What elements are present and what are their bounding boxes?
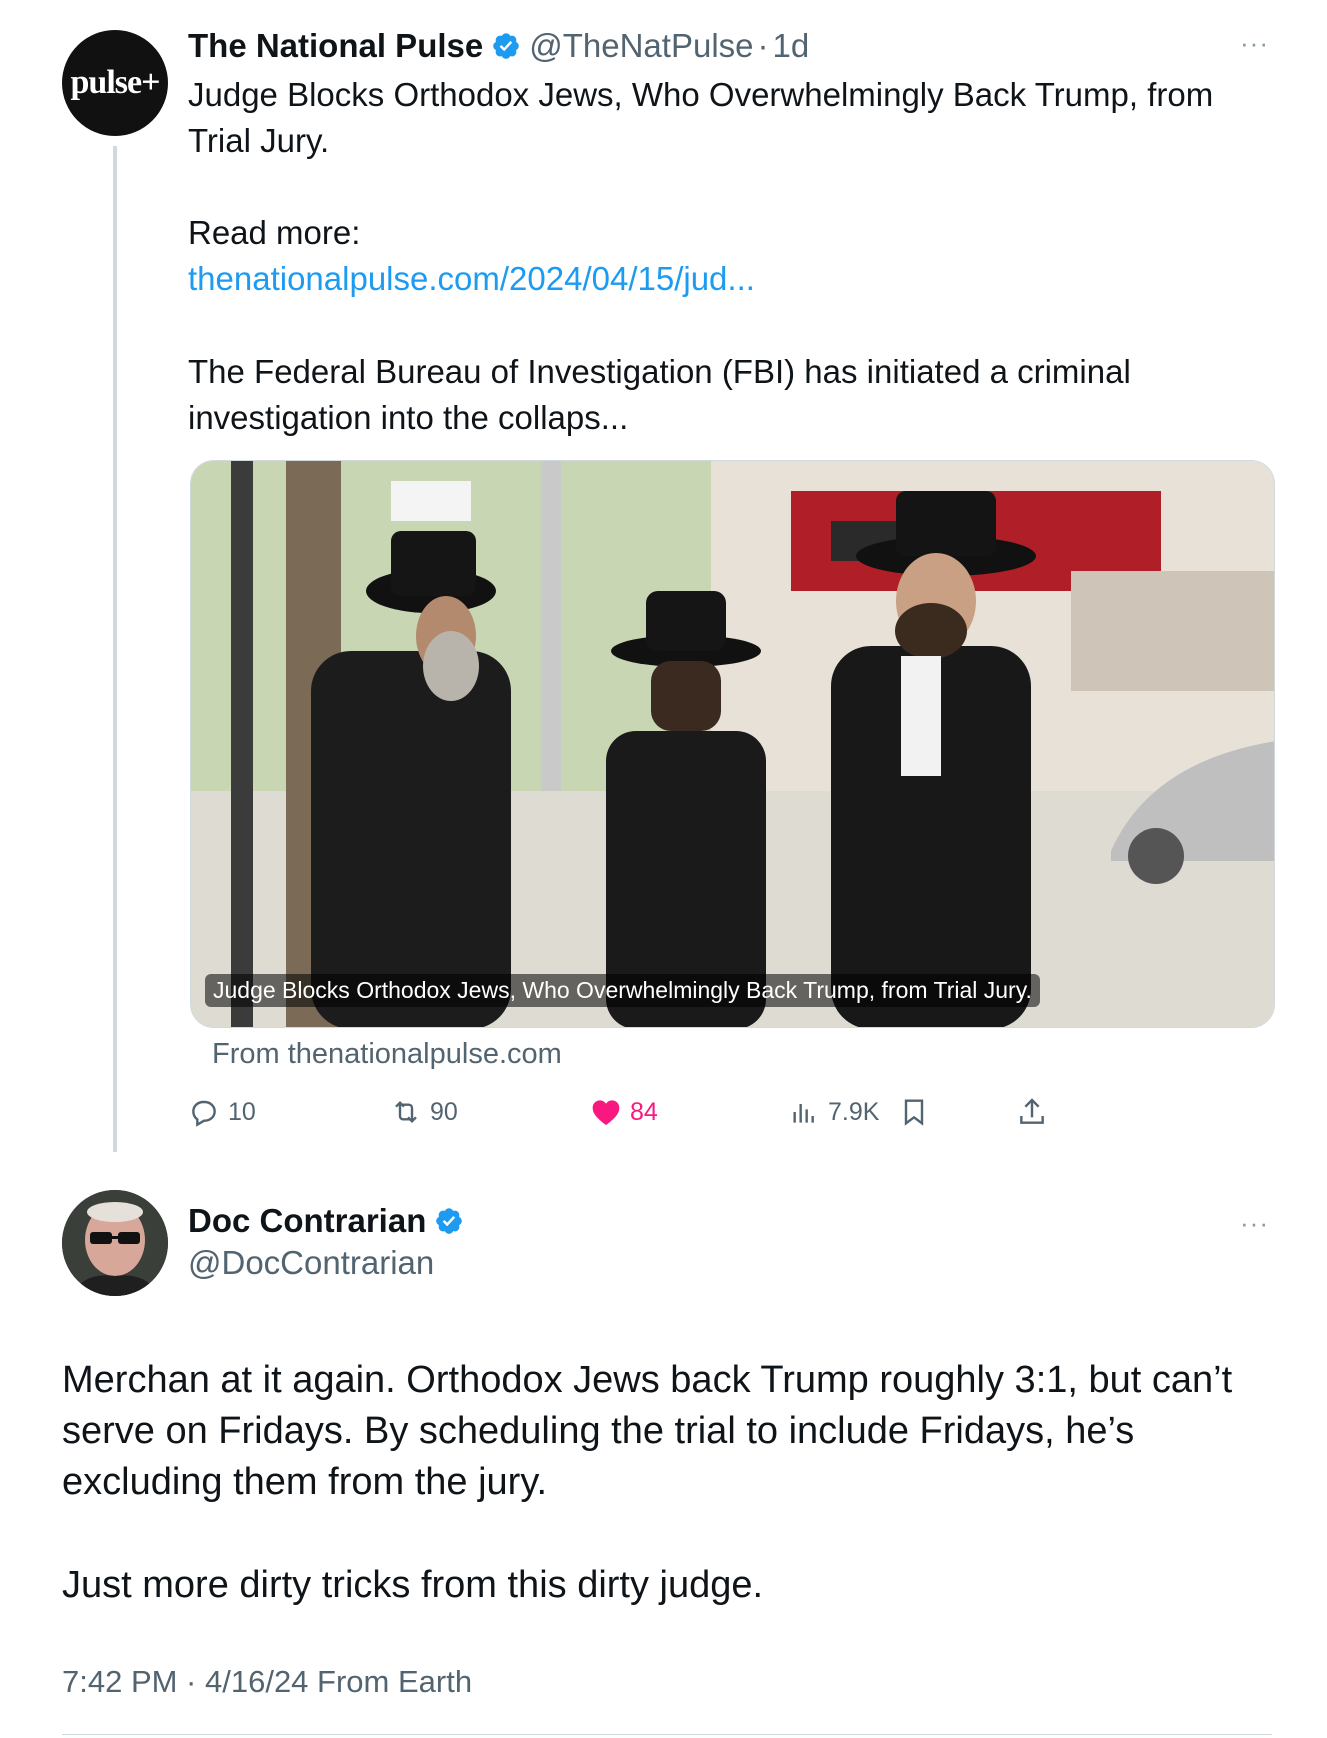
read-more-label: Read more:	[188, 214, 361, 251]
tweet-header: The National Pulse @TheNatPulse · 1d	[188, 24, 809, 68]
tweet-text-line: investigation into the collaps...	[188, 399, 629, 436]
author-name[interactable]: The National Pulse	[188, 27, 483, 65]
verified-badge-icon	[436, 1208, 463, 1234]
card-source[interactable]: From thenationalpulse.com	[212, 1038, 562, 1071]
article-link[interactable]: thenationalpulse.com/2024/04/15/jud...	[188, 256, 755, 302]
image-caption: Judge Blocks Orthodox Jews, Who Overwhel…	[205, 974, 1040, 1007]
verified-badge-icon	[493, 33, 520, 59]
link-card-image[interactable]: Judge Blocks Orthodox Jews, Who Overwhel…	[190, 460, 1275, 1028]
avatar[interactable]	[62, 1190, 168, 1296]
avatar[interactable]: pulse+	[62, 30, 168, 136]
share-button[interactable]	[1016, 1090, 1056, 1134]
avatar-logo: pulse+	[70, 64, 161, 101]
bookmark-button[interactable]	[898, 1090, 938, 1134]
dot-separator: ·	[757, 27, 769, 64]
thread-connector-line	[113, 146, 117, 1152]
tweet-text-line: Trial Jury.	[188, 122, 330, 159]
tweet-text-line: The Federal Bureau of Investigation (FBI…	[188, 353, 1131, 390]
reply-icon	[192, 1100, 216, 1127]
tweet-timestamp[interactable]: 7:42 PM · 4/16/24 From Earth	[62, 1664, 472, 1700]
like-icon	[592, 1100, 620, 1125]
parent-tweet[interactable]: pulse+ The National Pulse @TheNatPulse ·…	[0, 0, 1327, 1190]
tweet-text-line: Merchan at it again. Orthodox Jews back …	[62, 1359, 1233, 1401]
bookmark-icon	[904, 1099, 924, 1126]
tweet-age[interactable]: 1d	[773, 27, 810, 65]
views-icon	[793, 1104, 814, 1123]
tweet-text-line: excluding them from the jury.	[62, 1461, 548, 1503]
author-handle[interactable]: @TheNatPulse	[529, 27, 753, 65]
tweet-action-bar: 10 90 84 7.9K	[188, 1090, 1188, 1134]
street-photo	[191, 461, 1274, 1027]
tweet-text-line: serve on Fridays. By scheduling the tria…	[62, 1410, 1135, 1452]
divider	[62, 1734, 1272, 1735]
reply-button[interactable]: 10	[188, 1090, 256, 1134]
views-button[interactable]: 7.9K	[788, 1090, 879, 1134]
author-handle[interactable]: @DocContrarian	[188, 1244, 434, 1282]
author-name[interactable]: Doc Contrarian	[188, 1202, 426, 1240]
more-icon[interactable]: ···	[1240, 1208, 1269, 1239]
reply-count: 10	[228, 1097, 256, 1126]
tweet-header: Doc Contrarian	[188, 1198, 472, 1244]
repost-count: 90	[430, 1097, 458, 1126]
repost-button[interactable]: 90	[390, 1090, 458, 1134]
tweet-text-line: Judge Blocks Orthodox Jews, Who Overwhel…	[188, 76, 1214, 113]
views-count: 7.9K	[828, 1097, 880, 1126]
share-icon	[1020, 1098, 1044, 1124]
more-icon[interactable]: ···	[1240, 28, 1269, 59]
avatar-photo	[62, 1190, 168, 1296]
repost-icon	[395, 1100, 417, 1124]
like-count: 84	[630, 1097, 658, 1126]
tweet-text-line: Just more dirty tricks from this dirty j…	[62, 1564, 764, 1606]
like-button[interactable]: 84	[590, 1090, 658, 1134]
